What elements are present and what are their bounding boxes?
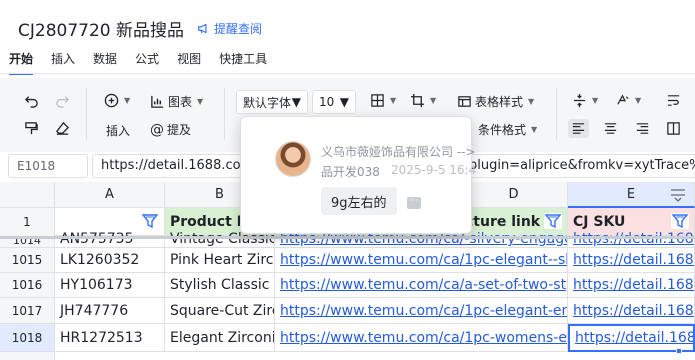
chart-button[interactable]: 图表 ▼ [150, 93, 203, 110]
align-center-icon [604, 123, 617, 134]
frozen-pane-divider[interactable] [0, 236, 695, 239]
menu-bar: 开始 插入 数据 公式 视图 快捷工具 [0, 50, 276, 75]
cell-b-1015[interactable]: Pink Heart Zirco [165, 248, 275, 273]
tab-view[interactable]: 视图 [168, 50, 210, 72]
tab-insert[interactable]: 插入 [42, 50, 84, 72]
wrap-text-icon [667, 95, 680, 106]
align-center-button[interactable] [603, 121, 618, 136]
insert-label[interactable]: 插入 [106, 122, 130, 139]
toolbar-separator [224, 88, 225, 140]
align-right-button[interactable] [635, 121, 650, 136]
text-rotate-button[interactable]: ▼ [615, 93, 641, 108]
font-family-value: 默认字体 [243, 95, 292, 110]
comment-time: 2025-9-5 16:4 [391, 163, 477, 177]
cell-a-1017[interactable]: JH747776 [55, 298, 165, 324]
border-grid-icon [371, 94, 384, 107]
crop-button[interactable]: ▼ [410, 93, 436, 108]
merge-button[interactable] [666, 121, 681, 136]
cell-d-1017[interactable]: https://www.temu.com/ca/1pc-elegant-enga… [275, 298, 568, 324]
bar-chart-icon [151, 95, 164, 108]
cell-a-1015[interactable]: LK1260352 [55, 248, 165, 273]
align-right-icon [636, 123, 649, 134]
column-menu-icon[interactable] [670, 188, 686, 202]
redo-button[interactable] [55, 93, 70, 108]
undo-button[interactable] [24, 93, 39, 108]
cell-a-1016[interactable]: HY106173 [55, 273, 165, 298]
row-header-1015[interactable]: 1015 [0, 248, 55, 273]
cell-e-1015[interactable]: https://detail.1688.c [568, 248, 695, 273]
table-style-icon [458, 96, 471, 107]
table-style-button[interactable]: 表格样式 ▼ [457, 93, 534, 110]
tab-formula[interactable]: 公式 [126, 50, 168, 72]
wrap-button[interactable] [666, 93, 681, 108]
at-icon: @ [150, 121, 164, 138]
text-rotate-icon [617, 94, 629, 105]
chart-label: 图表 [168, 95, 193, 109]
font-size-value: 10 [319, 95, 335, 109]
cell-b-1016[interactable]: Stylish Classic H [165, 273, 275, 298]
undo-icon [24, 96, 38, 108]
cell-e-1016[interactable]: https://detail.1688.c [568, 273, 695, 298]
row-header-1016[interactable]: 1016 [0, 273, 55, 298]
crop-icon [410, 93, 425, 108]
chevron-down-icon: ▼ [339, 95, 349, 109]
font-family-select[interactable]: 默认字体 ▼ [236, 90, 308, 114]
spreadsheet-app: CJ2807720 新品搜品 提醒查阅 开始 插入 数据 公式 视图 快捷工具 … [0, 0, 695, 360]
row-header-1017[interactable]: 1017 [0, 298, 55, 324]
cell-b-1017[interactable]: Square-Cut Zirc [165, 298, 275, 324]
font-size-select[interactable]: 10 ▼ [312, 90, 356, 114]
column-header-a[interactable]: A [55, 182, 165, 208]
cell-a-1018[interactable]: HR1272513 [55, 324, 165, 352]
plus-circle-icon [104, 93, 119, 108]
tab-data[interactable]: 数据 [84, 50, 126, 72]
avatar[interactable] [275, 141, 311, 177]
comment-popup[interactable]: 义乌市薇娅饰品有限公司 --> 品开发038 2025-9-5 16:4 9g左… [240, 116, 476, 234]
remind-button[interactable]: 提醒查阅 [197, 20, 262, 37]
cell-e-1017[interactable]: https://detail.1688.c [568, 298, 695, 324]
borders-button[interactable]: ▼ [370, 93, 396, 108]
doc-title[interactable]: CJ2807720 新品搜品 [18, 16, 184, 41]
menu-divider [0, 73, 695, 74]
merge-cells-icon [667, 122, 680, 135]
vertical-align-icon [573, 93, 586, 108]
redo-icon [56, 96, 70, 108]
formula-text-start: https://detail.1688.com [101, 158, 254, 173]
cell-b-1018[interactable]: Elegant Zirconia [165, 324, 275, 352]
toolbar-separator [556, 88, 557, 140]
format-painter-button[interactable] [24, 121, 39, 136]
fill-handle[interactable] [676, 348, 682, 354]
conditional-format-label: 条件格式 [478, 123, 527, 137]
cell-d-1015[interactable]: https://www.temu.com/ca/1pc-elegant--sha… [275, 248, 568, 273]
eraser-icon [56, 121, 70, 135]
format-painter-icon [25, 122, 38, 135]
align-left-icon [572, 123, 585, 134]
row-header-1018[interactable]: 1018 [0, 324, 55, 352]
tab-start[interactable]: 开始 [0, 50, 42, 75]
formula-text-end: plugin=aliprice&fromkv=xytTrace%3A [469, 158, 695, 173]
comment-company: 义乌市薇娅饰品有限公司 --> [321, 145, 476, 159]
mention-button[interactable]: @ 提及 [150, 121, 191, 138]
tab-quick-tools[interactable]: 快捷工具 [210, 50, 276, 72]
conditional-format-button[interactable]: 条件格式 ▼ [478, 121, 537, 138]
comment-author: 品开发038 [321, 165, 380, 179]
align-left-button[interactable] [568, 119, 589, 138]
vertical-align-button[interactable]: ▼ [572, 93, 598, 108]
mention-label: 提及 [167, 123, 192, 137]
insert-menu-button[interactable]: ▼ [104, 93, 130, 108]
clear-format-button[interactable] [55, 121, 70, 136]
table-style-label: 表格样式 [475, 95, 524, 109]
remind-label: 提醒查阅 [214, 22, 263, 36]
cell-d-1018[interactable]: https://www.temu.com/ca/1pc-womens-enga [275, 324, 568, 352]
more-icon[interactable]: ··· [407, 197, 421, 209]
toolbar-separator [86, 88, 87, 140]
row-header-next[interactable] [0, 352, 55, 360]
cell-name-box[interactable]: E1018 [8, 154, 88, 178]
comment-text: 9g左右的 [321, 187, 397, 215]
megaphone-icon [198, 23, 207, 34]
cell-d-1016[interactable]: https://www.temu.com/ca/a-set-of-two-sty… [275, 273, 568, 298]
column-header-e[interactable]: E [568, 182, 695, 208]
corner-cell[interactable] [0, 182, 55, 208]
chevron-down-icon: ▼ [291, 95, 301, 109]
column-header-e-label: E [626, 186, 636, 202]
